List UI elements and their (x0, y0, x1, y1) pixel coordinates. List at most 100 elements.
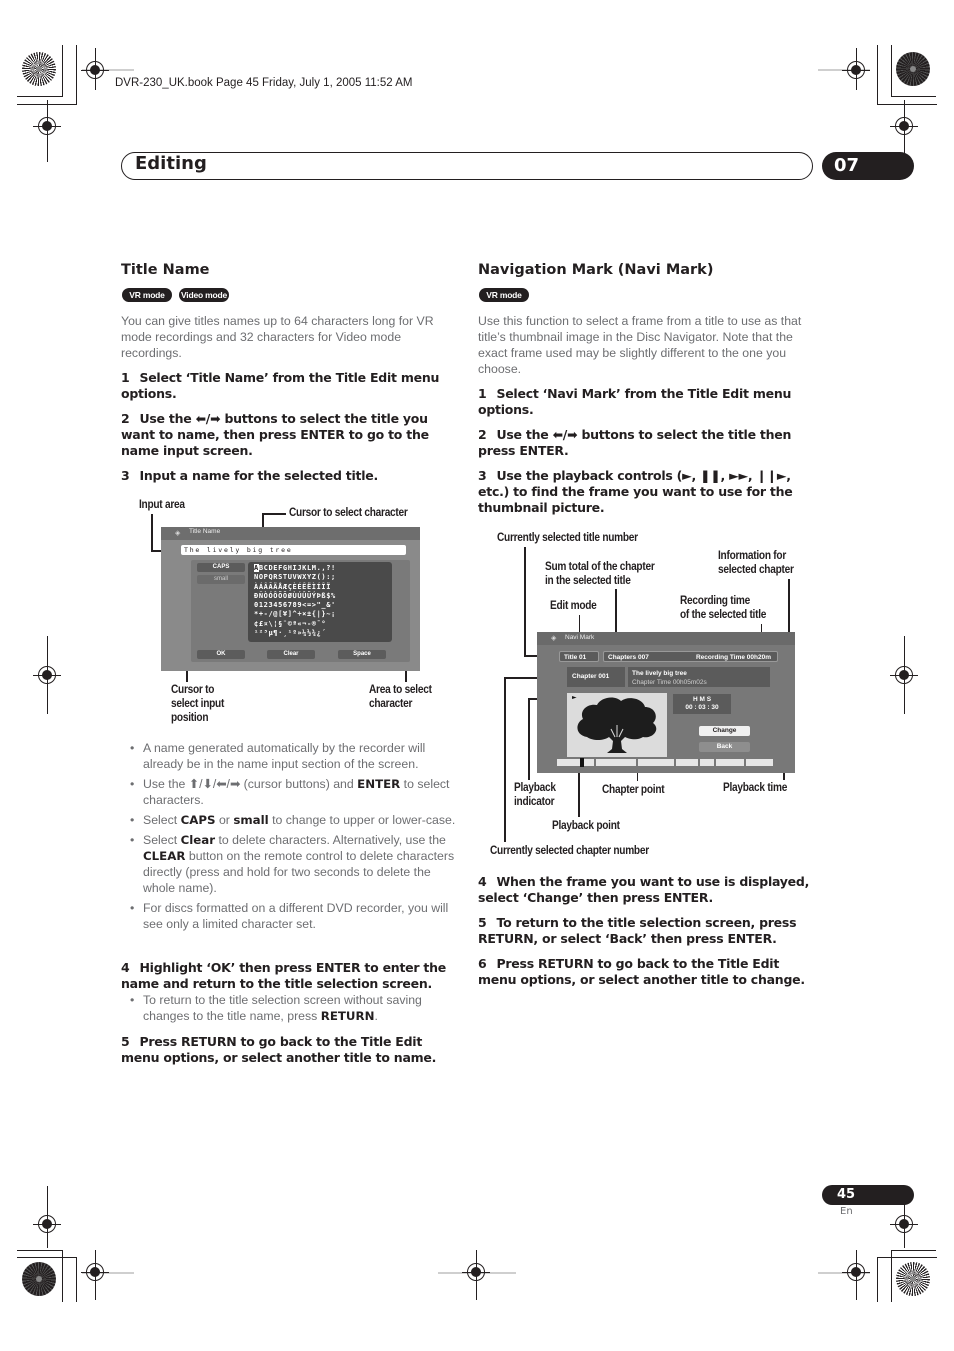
title-name-step-4-notes: To return to the title selection screen … (121, 992, 461, 1028)
frame-thumbnail (567, 693, 667, 757)
chapter-segment (638, 759, 674, 766)
clear-button[interactable]: Clear (267, 650, 315, 659)
callout-recording-time: Recording time of the selected title (680, 594, 766, 622)
chapter-time: Chapter Time 00h05m02s (632, 679, 707, 686)
step-text: Press RETURN to go back to the Title Edi… (121, 1034, 437, 1065)
space-button[interactable]: Space (338, 650, 386, 659)
callout-edit-mode: Edit mode (550, 600, 597, 612)
title-name-screen: ◈ Title Name The lively big tree CAPS sm… (161, 527, 420, 671)
navi-mark-screen: ◈ Navi Mark Title 01 Chapters 007 Record… (537, 632, 795, 773)
chapters-recording-box: Chapters 007 Recording Time 00h20m (603, 651, 778, 662)
crop-mark (877, 104, 937, 105)
chapter-segment (676, 759, 698, 766)
leader-line (528, 698, 530, 780)
screen-header: ◈ Title Name (161, 527, 420, 540)
name-input-field[interactable]: The lively big tree (181, 545, 406, 555)
screen-header: ◈ Navi Mark (537, 632, 795, 645)
caps-button[interactable]: CAPS (197, 563, 245, 572)
chapters-total: Chapters 007 (608, 654, 649, 661)
title-name-heading: Title Name (121, 262, 210, 278)
back-button[interactable]: Back (699, 742, 750, 752)
callout-sum-chapters: Sum total of the chapter in the selected… (545, 560, 655, 588)
note-text: Use the ⬆/⬇/⬅/➡ (cursor buttons) and (143, 777, 358, 791)
callout-cursor-input-position: Cursor to select input position (171, 683, 224, 725)
callout-playback-point: Playback point (552, 820, 620, 832)
crop-mark (76, 45, 77, 105)
character-grid[interactable]: ABCDEFGHIJKLM.,?! NOPQRSTUVWXYZ():; ÀÁÂÃ… (248, 562, 392, 642)
navi-mark-heading: Navigation Mark (Navi Mark) (478, 262, 714, 278)
char-row-text: BCDEFGHIJKLM.,?! (258, 564, 336, 572)
char-row: ÐÑÒÓÔÕÖØÙÚÛÜÝÞß$% (254, 591, 336, 600)
navi-mark-step-1: 1 Select ‘Navi Mark’ from the Title Edit … (478, 386, 818, 418)
playback-time-box: H M S 00 : 03 : 30 (673, 694, 731, 714)
crop-mark (17, 96, 62, 97)
step-text: Press RETURN to go back to the Title Edi… (478, 956, 805, 987)
note-text: to delete characters. Alternatively, use… (215, 833, 446, 847)
chapter-number-badge: 07 (822, 152, 914, 180)
crop-mark (76, 1257, 77, 1302)
registration-target-line (47, 1186, 48, 1248)
vr-mode-badge: VR mode (479, 288, 529, 302)
screen-title: Navi Mark (565, 634, 595, 641)
playback-point-marker[interactable] (579, 758, 584, 767)
callout-line: character (369, 698, 413, 710)
title-number-box: Title 01 (559, 651, 599, 662)
step-number: 5 (121, 1034, 130, 1049)
leader-line (151, 514, 153, 551)
crop-mark (877, 1257, 878, 1302)
ok-button[interactable]: OK (197, 650, 245, 659)
crop-mark (891, 96, 936, 97)
step-number: 1 (121, 370, 130, 385)
title-name-step-4: 4 Highlight ‘OK’ then press ENTER to ente… (121, 960, 461, 992)
step-text: Select ‘Navi Mark’ from the Title Edit m… (478, 386, 792, 417)
note-text: or (215, 813, 234, 827)
note-item: For discs formatted on a different DVD r… (121, 900, 461, 932)
chapter-number-box: Chapter 001 (567, 667, 625, 687)
chapter-segment (716, 759, 744, 766)
callout-line: Playback (514, 782, 556, 794)
navi-mark-step-6: 6 Press RETURN to go back to the Title Ed… (478, 956, 818, 988)
callout-info-chapter: Information for selected chapter (718, 549, 794, 577)
step-number: 4 (121, 960, 130, 975)
crop-mark (877, 1257, 937, 1258)
note-item: Select CAPS or small to change to upper … (121, 812, 461, 828)
navi-mark-step-5: 5 To return to the title selection screen… (478, 915, 818, 947)
navi-mark-step-4: 4 When the frame you want to use is displ… (478, 874, 818, 906)
char-row: *+-/@[¥]^÷×±{|}~¡ (254, 610, 336, 619)
char-row: ABCDEFGHIJKLM.,?! (254, 564, 392, 573)
note-item: To return to the title selection screen … (121, 992, 461, 1024)
leader-line (578, 766, 580, 817)
tree-image (577, 697, 657, 753)
crop-mark (891, 1250, 936, 1251)
step-number: 2 (478, 427, 487, 442)
small-button[interactable]: small (197, 575, 245, 584)
title-name-step-2: 2 Use the ⬅/➡ buttons to select the title… (121, 411, 461, 459)
step-text: When the frame you want to use is displa… (478, 874, 810, 905)
note-item: A name generated automatically by the re… (121, 740, 461, 772)
navi-mark-intro: Use this function to select a frame from… (478, 314, 802, 376)
registration-target-line (47, 100, 48, 162)
char-row: ÀÁÂÃÄÅÆÇÈÉÊËÌÍÎÏ (254, 582, 332, 591)
title-name-step-1: 1 Select ‘Title Name’ from the Title Edit… (121, 370, 461, 402)
callout-chapter-number: Currently selected chapter number (490, 845, 649, 857)
playback-time-value: 00 : 03 : 30 (685, 704, 719, 711)
chapter-info-box: The lively big tree Chapter Time 00h05m0… (628, 667, 770, 687)
callout-playback-time: Playback time (723, 782, 788, 794)
recording-time: Recording Time 00h20m (695, 654, 771, 661)
disc-icon: ◈ (551, 634, 557, 642)
crop-mark (891, 45, 892, 97)
navi-mark-step-3: 3 Use the playback controls (►, ❚❚, ►►, ❙… (478, 468, 818, 516)
note-text: button on the remote control to delete c… (143, 849, 455, 895)
registration-starburst-top-left (22, 52, 56, 86)
video-mode-badge: Video mode (179, 288, 229, 302)
callout-line: Recording time (680, 595, 750, 607)
crop-mark (17, 1257, 77, 1258)
note-text: To return to the title selection screen … (143, 993, 422, 1023)
registration-target-line (856, 48, 857, 90)
change-button[interactable]: Change (699, 726, 750, 736)
chapter-progress-bar[interactable] (557, 759, 773, 766)
navi-mark-step-2: 2 Use the ⬅/➡ buttons to select the title… (478, 427, 818, 459)
registration-target-line (476, 1250, 477, 1300)
callout-line: Area to select (369, 684, 432, 696)
note-text: to change to upper or lower-case. (268, 813, 456, 827)
